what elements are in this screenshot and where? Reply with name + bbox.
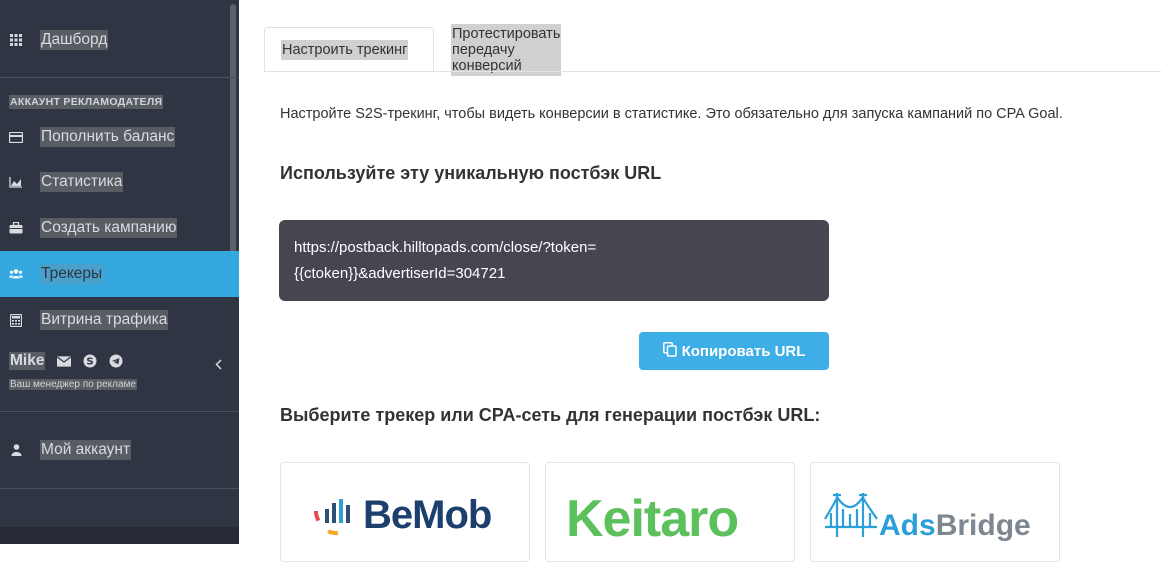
area-chart-icon: [9, 175, 23, 189]
sidebar-bottom-bar: [0, 527, 239, 544]
sidebar-item-traffic-showcase[interactable]: Витрина трафика: [0, 297, 239, 343]
tracker-card-adsbridge[interactable]: AdsBridge: [810, 462, 1060, 562]
briefcase-icon: [9, 221, 23, 235]
tracker-name: Keitaro: [566, 490, 739, 548]
copy-url-label: Копировать URL: [681, 342, 806, 360]
manager-name: Mike: [9, 352, 46, 370]
sidebar-item-label: Пополнить баланс: [40, 127, 176, 147]
tab-test-conversions[interactable]: Протестировать передачу конверсий: [435, 23, 577, 76]
sidebar-divider: [0, 488, 239, 489]
copy-icon: [662, 341, 677, 361]
user-icon: [9, 443, 23, 457]
sidebar: Дашборд АККАУНТ РЕКЛАМОДАТЕЛЯ Пополнить …: [0, 0, 239, 544]
sidebar-collapse-button[interactable]: [212, 358, 224, 374]
sidebar-item-trackers[interactable]: Трекеры: [0, 251, 239, 297]
grid-icon: [9, 33, 23, 47]
postback-url-line: https://postback.hilltopads.com/close/?t…: [294, 239, 597, 256]
postback-url-box[interactable]: https://postback.hilltopads.com/close/?t…: [279, 220, 829, 301]
users-icon: [9, 267, 23, 281]
sidebar-item-label: Трекеры: [40, 264, 104, 284]
sidebar-item-dashboard[interactable]: Дашборд: [0, 17, 239, 63]
postback-heading: Используйте эту уникальную постбэк URL: [280, 163, 662, 183]
sidebar-item-create-campaign[interactable]: Создать кампанию: [0, 205, 239, 251]
sidebar-divider: [0, 411, 239, 412]
tabs-divider: [264, 71, 1161, 72]
credit-card-icon: [9, 130, 23, 144]
sidebar-item-top-up[interactable]: Пополнить баланс: [0, 114, 239, 160]
intro-text: Настройте S2S-трекинг, чтобы видеть конв…: [280, 106, 1063, 122]
tab-setup-tracking[interactable]: Настроить трекинг: [264, 27, 434, 72]
calculator-icon: [9, 313, 23, 327]
sidebar-item-label: Создать кампанию: [40, 218, 178, 238]
tab-label: Настроить трекинг: [281, 39, 409, 60]
sidebar-item-label: Мой аккаунт: [40, 440, 132, 460]
tab-label: Протестировать передачу конверсий: [451, 23, 562, 76]
sidebar-item-my-account[interactable]: Мой аккаунт: [0, 427, 239, 473]
skype-icon[interactable]: S: [83, 354, 97, 368]
envelope-icon[interactable]: [57, 354, 71, 368]
copy-url-button[interactable]: Копировать URL: [639, 332, 829, 370]
bridge-logo-icon: [824, 493, 878, 537]
tracker-name: AdsBridge: [879, 509, 1031, 542]
chevron-left-icon: [214, 357, 222, 375]
sidebar-item-statistics[interactable]: Статистика: [0, 159, 239, 205]
sidebar-item-label: Дашборд: [40, 30, 109, 50]
manager-contacts: S: [57, 354, 123, 368]
svg-text:S: S: [86, 357, 93, 368]
tracker-heading: Выберите трекер или CPA-сеть для генерац…: [280, 405, 821, 425]
sidebar-divider: [0, 77, 239, 78]
manager-subtitle: Ваш менеджер по рекламе: [9, 379, 137, 390]
tracker-name: BeMob: [363, 493, 492, 537]
telegram-icon[interactable]: [109, 354, 123, 368]
tracker-card-keitaro[interactable]: Keitaro: [545, 462, 795, 562]
sidebar-item-label: Статистика: [40, 172, 124, 192]
postback-url-line: {{ctoken}}&advertiserId=304721: [294, 265, 506, 282]
bemob-logo-icon: [314, 499, 358, 536]
tracker-card-bemob[interactable]: BeMob: [280, 462, 530, 562]
sidebar-item-label: Витрина трафика: [40, 310, 169, 330]
manager-card: Mike S Ваш менеджер по рекламе: [9, 352, 137, 390]
sidebar-section-title: АККАУНТ РЕКЛАМОДАТЕЛЯ: [9, 95, 164, 109]
